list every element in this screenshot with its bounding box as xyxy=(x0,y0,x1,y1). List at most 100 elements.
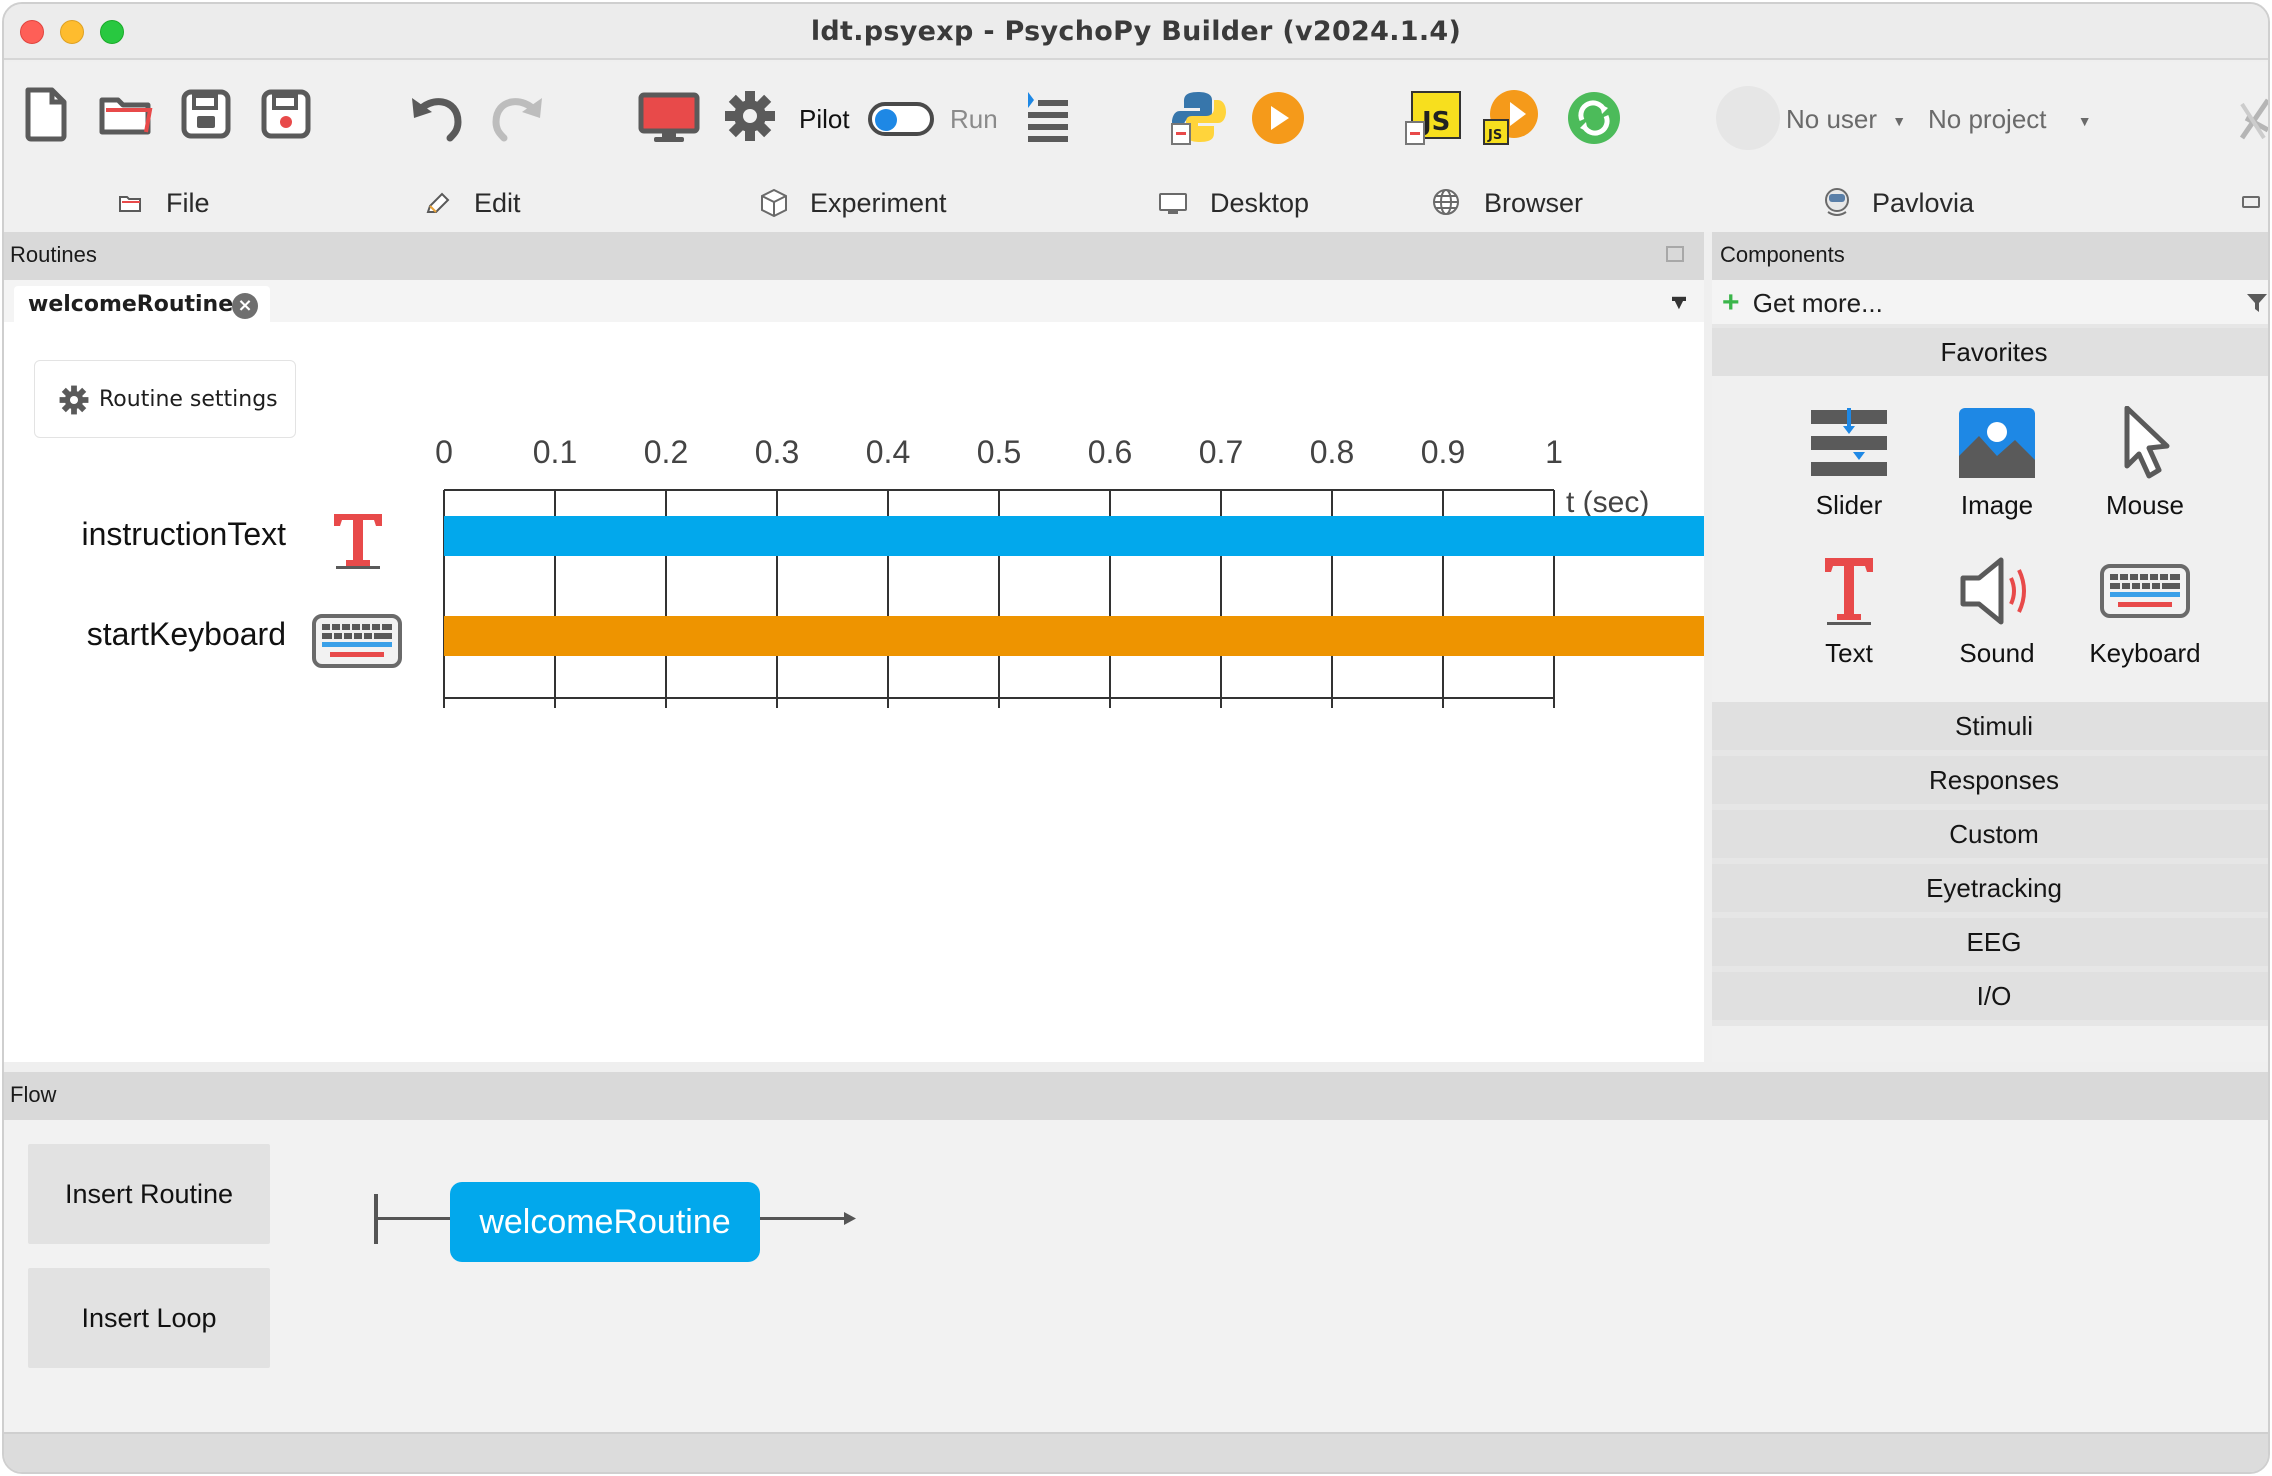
favorite-slider[interactable]: Slider xyxy=(1774,406,1924,521)
favorite-mouse[interactable]: Mouse xyxy=(2070,406,2220,521)
timeline-tick-label: 1 xyxy=(1545,434,1563,470)
timeline-tick-label: 0.7 xyxy=(1199,434,1243,470)
favorite-text-label: Text xyxy=(1825,638,1873,668)
experiment-settings-icon[interactable] xyxy=(724,90,776,142)
send-to-runner-icon[interactable] xyxy=(1024,90,1072,142)
favorite-mouse-label: Mouse xyxy=(2105,490,2185,520)
timeline-tick-label: 0.2 xyxy=(644,434,688,470)
timeline-tick-label: 0.5 xyxy=(977,434,1021,470)
monitor-icon xyxy=(1159,193,1187,214)
redo-icon[interactable] xyxy=(488,90,546,142)
flow-canvas: Insert Routine Insert Loop welcomeRoutin… xyxy=(4,1120,2268,1432)
component-bar-keyboard xyxy=(444,616,1704,656)
favorite-image-label: Image xyxy=(1960,490,2034,520)
text-icon[interactable] xyxy=(330,510,386,570)
timeline-tick-label: 0.1 xyxy=(533,434,577,470)
favorite-sound-label: Sound xyxy=(1959,638,2035,668)
project-menu[interactable]: No project ▼ xyxy=(1928,104,2092,135)
run-js-icon[interactable]: JS xyxy=(1482,88,1540,146)
open-folder-icon[interactable] xyxy=(98,92,154,138)
monitor-settings-icon[interactable] xyxy=(638,92,700,144)
favorite-slider-label: Slider xyxy=(1815,490,1883,520)
favorite-keyboard[interactable]: Keyboard xyxy=(2070,554,2220,669)
save-icon[interactable] xyxy=(180,88,232,140)
component-name-start-keyboard[interactable]: startKeyboard xyxy=(24,616,286,653)
routine-canvas: welcomeRoutine × ▬ ▼ Routine settings 0 … xyxy=(4,280,1704,1062)
timeline-tick-label: 0.9 xyxy=(1421,434,1465,470)
keyboard-icon[interactable] xyxy=(312,614,402,668)
sync-pavlovia-icon[interactable] xyxy=(1566,90,1622,146)
collapse-ribbon-button[interactable] xyxy=(2242,196,2260,208)
flow-header: Flow xyxy=(4,1072,2268,1120)
user-avatar[interactable] xyxy=(1716,86,1780,150)
save-as-icon[interactable] xyxy=(260,88,312,140)
routines-header: Routines xyxy=(4,232,1704,280)
section-file-label: File xyxy=(166,188,210,218)
category-responses[interactable]: Responses xyxy=(1712,756,2268,804)
filter-icon[interactable] xyxy=(2246,292,2268,314)
timeline-tick-label: 0.8 xyxy=(1310,434,1354,470)
folder-icon xyxy=(119,196,141,212)
chevron-down-icon: ▼ xyxy=(1892,113,1907,130)
timeline-tick-label: 0.3 xyxy=(755,434,799,470)
new-file-icon[interactable] xyxy=(22,86,70,142)
panel-maximize-icon[interactable] xyxy=(1666,246,1684,262)
status-bar xyxy=(4,1432,2268,1472)
section-edit-label: Edit xyxy=(474,188,521,218)
category-eeg[interactable]: EEG xyxy=(1712,918,2268,966)
run-python-icon[interactable] xyxy=(1250,90,1306,146)
get-more-bar: + Get more... xyxy=(1712,280,2268,324)
insert-routine-button[interactable]: Insert Routine xyxy=(28,1144,270,1244)
image-icon xyxy=(1959,408,2035,478)
compile-python-icon[interactable] xyxy=(1170,88,1228,146)
sound-icon xyxy=(1960,557,2026,625)
undo-icon[interactable] xyxy=(408,90,466,142)
section-desktop-label: Desktop xyxy=(1210,188,1310,218)
pilot-label: Pilot xyxy=(799,104,850,134)
app-window: ldt.psyexp - PsychoPy Builder (v2024.1.4… xyxy=(2,2,2270,1474)
components-panel-bottom xyxy=(1712,1026,2268,1062)
cube-icon xyxy=(761,188,787,218)
category-io[interactable]: I/O xyxy=(1712,972,2268,1020)
timeline-tick-label: 0.4 xyxy=(866,434,910,470)
plus-icon[interactable]: + xyxy=(1722,286,1740,319)
pavlovia-icon xyxy=(1825,188,1849,216)
project-label: No project xyxy=(1928,104,2047,134)
user-label: No user xyxy=(1786,104,1878,134)
category-custom[interactable]: Custom xyxy=(1712,810,2268,858)
category-stimuli[interactable]: Stimuli xyxy=(1712,702,2268,750)
keyboard-icon xyxy=(2100,564,2190,618)
compile-js-icon[interactable]: JS xyxy=(1404,88,1462,146)
flow-routine-welcome-routine[interactable]: welcomeRoutine xyxy=(450,1182,760,1262)
favorite-text[interactable]: Text xyxy=(1774,554,1924,669)
component-name-instruction-text[interactable]: instructionText xyxy=(24,516,286,553)
favorite-sound[interactable]: Sound xyxy=(1922,554,2072,669)
toolbar: Pilot Run JS JS No user ▼ No project ▼ F… xyxy=(4,62,2268,232)
pencil-icon xyxy=(426,192,450,213)
timeline-tick-label: 0.6 xyxy=(1088,434,1132,470)
section-experiment-label: Experiment xyxy=(810,188,947,218)
text-icon xyxy=(1825,558,1873,625)
favorite-image[interactable]: Image xyxy=(1922,406,2072,521)
category-eyetracking[interactable]: Eyetracking xyxy=(1712,864,2268,912)
pavlovia-logo-icon[interactable] xyxy=(2238,94,2270,144)
components-panel: Components + Get more... Favorites Slide… xyxy=(1712,232,2268,1062)
svg-text:JS: JS xyxy=(1487,128,1502,143)
run-label: Run xyxy=(950,104,998,134)
globe-icon xyxy=(1433,189,1459,215)
toggle-knob xyxy=(875,109,897,131)
category-favorites[interactable]: Favorites xyxy=(1712,328,2268,376)
favorite-keyboard-label: Keyboard xyxy=(2089,638,2201,668)
timeline-tick-label: 0 xyxy=(435,434,453,470)
section-pavlovia-label: Pavlovia xyxy=(1872,188,1975,218)
mouse-icon xyxy=(2124,406,2170,479)
components-header: Components xyxy=(1712,232,2268,280)
chevron-down-icon: ▼ xyxy=(2077,113,2092,130)
title-bar: ldt.psyexp - PsychoPy Builder (v2024.1.4… xyxy=(4,4,2268,60)
routines-header-label: Routines xyxy=(10,242,97,267)
insert-loop-button[interactable]: Insert Loop xyxy=(28,1268,270,1368)
user-menu[interactable]: No user ▼ xyxy=(1786,104,1906,135)
get-more-link[interactable]: Get more... xyxy=(1753,288,1883,318)
favorites-grid: Slider Image Mouse Text Sound Keyboard xyxy=(1712,376,2268,702)
pilot-run-toggle[interactable] xyxy=(868,102,934,136)
